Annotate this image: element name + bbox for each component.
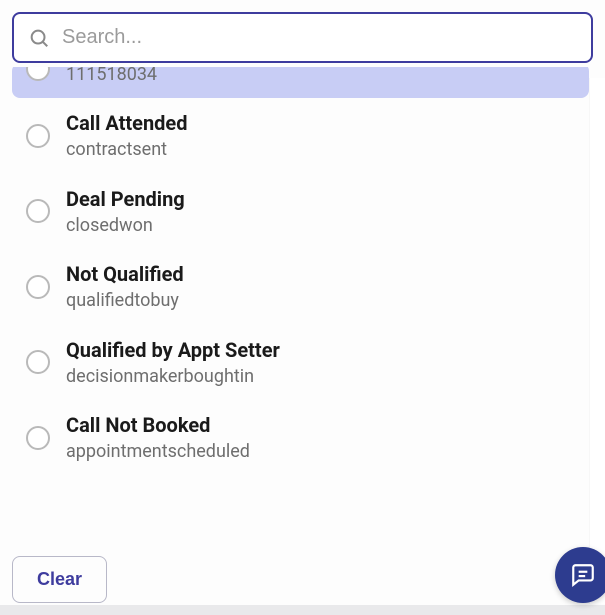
radio-button[interactable] <box>26 67 50 81</box>
option-text: Deal Pending closedwon <box>66 186 185 237</box>
search-field-wrapper[interactable] <box>12 12 593 63</box>
option-text: Call Attended contractsent <box>66 110 187 161</box>
bottom-bar <box>0 605 605 615</box>
option-row[interactable]: Call Not Booked appointmentscheduled <box>12 400 589 475</box>
option-sublabel: qualifiedtobuy <box>66 289 184 312</box>
option-row[interactable]: Qualified by Appt Setter decisionmakerbo… <box>12 325 589 400</box>
chat-fab[interactable] <box>555 547 605 603</box>
option-sublabel: appointmentscheduled <box>66 440 250 463</box>
option-text: Qualified by Appt Setter decisionmakerbo… <box>66 337 280 388</box>
option-text: Call Not Booked appointmentscheduled <box>66 412 250 463</box>
radio-button[interactable] <box>26 124 50 148</box>
option-row[interactable]: Call Attended contractsent <box>12 98 589 173</box>
radio-button[interactable] <box>26 275 50 299</box>
option-row[interactable]: Deal Pending closedwon <box>12 174 589 249</box>
radio-button[interactable] <box>26 350 50 374</box>
option-label: Call Attended <box>66 110 187 136</box>
chat-icon <box>570 562 596 588</box>
option-label: Deal Pending <box>66 186 185 212</box>
clear-button[interactable]: Clear <box>12 556 107 603</box>
radio-button[interactable] <box>26 199 50 223</box>
option-text: Not Qualified qualifiedtobuy <box>66 261 184 312</box>
search-input[interactable] <box>62 26 577 49</box>
option-sublabel: closedwon <box>66 214 185 237</box>
option-row[interactable]: Not Qualified qualifiedtobuy <box>12 249 589 324</box>
option-label: Call Not Booked <box>66 412 250 438</box>
radio-button[interactable] <box>26 426 50 450</box>
dropdown-panel: 111518034 Call Attended contractsent Dea… <box>0 0 605 615</box>
option-row[interactable]: 111518034 <box>12 67 589 98</box>
option-sublabel: decisionmakerboughtin <box>66 365 280 388</box>
footer: Clear <box>12 544 593 603</box>
option-sublabel: 111518034 <box>66 67 157 86</box>
option-label: Qualified by Appt Setter <box>66 337 280 363</box>
right-edge-strip <box>589 78 605 604</box>
option-sublabel: contractsent <box>66 138 187 161</box>
option-label: Not Qualified <box>66 261 184 287</box>
options-list[interactable]: 111518034 Call Attended contractsent Dea… <box>12 67 593 544</box>
option-text: 111518034 <box>66 67 157 86</box>
search-icon <box>28 27 50 49</box>
